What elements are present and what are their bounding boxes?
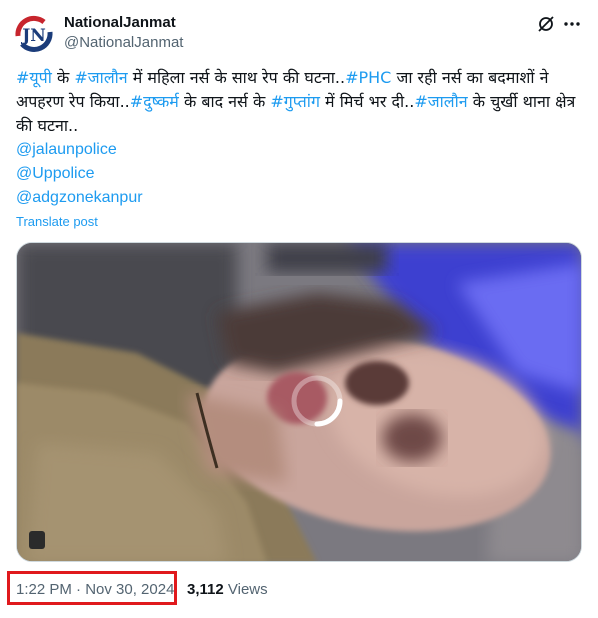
timestamp[interactable]: 1:22 PM · Nov 30, 2024 (16, 581, 174, 598)
mention-link[interactable]: @adgzonekanpur (16, 186, 143, 210)
views-number: 3,112 (187, 581, 224, 598)
tweet-segment[interactable]: #गुप्तांग (270, 92, 320, 111)
video-control-badge[interactable] (29, 531, 45, 549)
handle[interactable]: @NationalJanmat (64, 34, 183, 52)
tweet-segment[interactable]: #जालौन (74, 68, 127, 87)
translate-post-link[interactable]: Translate post (16, 214, 98, 229)
more-icon[interactable] (562, 14, 582, 34)
loading-spinner-icon (289, 373, 345, 429)
tweet-segment: के (51, 68, 75, 87)
tweet-segment: के बाद नर्स के (178, 92, 271, 111)
mention-link[interactable]: @Uppolice (16, 162, 95, 186)
tweet-text: #यूपी के #जालौन में महिला नर्स के साथ रे… (16, 66, 584, 138)
tweet-segment: में मिर्च भर दी.. (319, 92, 415, 111)
views-count: 3,112 Views (187, 581, 268, 598)
grok-icon[interactable] (536, 14, 556, 34)
tweet-segment[interactable]: #यूपी (16, 68, 52, 87)
svg-text:JN: JN (20, 26, 46, 46)
avatar[interactable]: JN (14, 14, 54, 54)
mention-link[interactable]: @jalaunpolice (16, 138, 117, 162)
tweet-segment[interactable]: #PHC (345, 68, 391, 87)
display-name[interactable]: NationalJanmat (64, 14, 176, 32)
views-label: Views (223, 581, 268, 598)
video-player[interactable] (16, 242, 582, 562)
nationaljanmat-logo: JN (14, 14, 54, 54)
tweet-segment[interactable]: #जालौन (414, 92, 467, 111)
tweet-segment: में महिला नर्स के साथ रेप की घटना.. (127, 68, 346, 87)
tweet-segment[interactable]: #दुष्कर्म (130, 92, 179, 111)
